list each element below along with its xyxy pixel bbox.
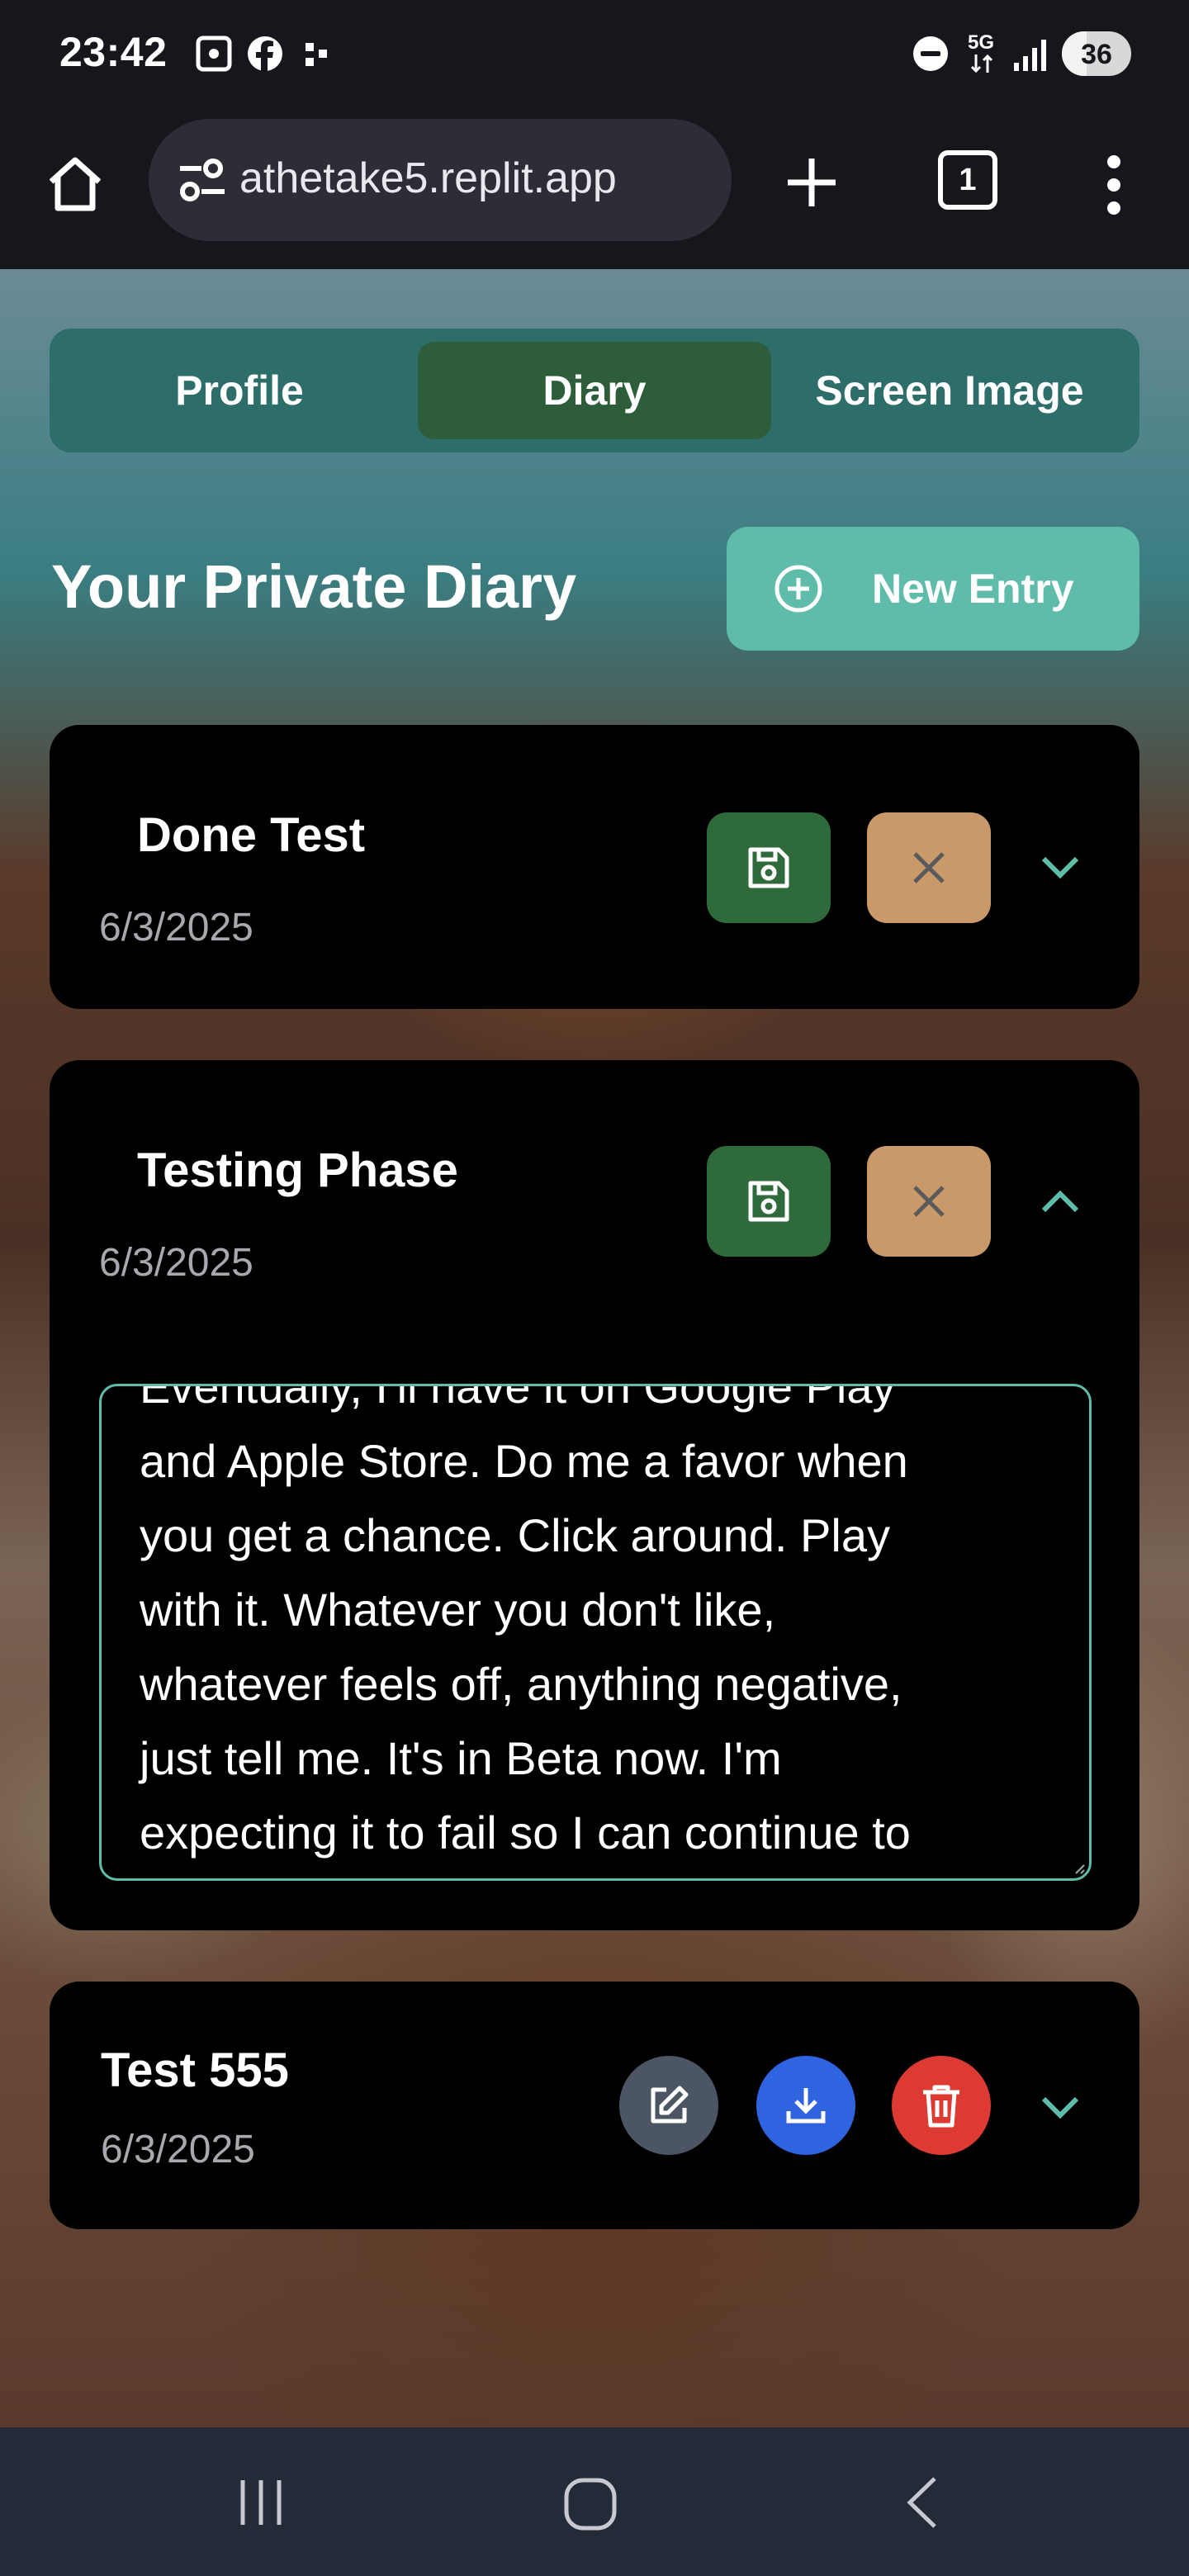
signal-icon: [1014, 40, 1046, 71]
browser-toolbar: athetake5.replit.app 1: [0, 109, 1189, 271]
status-time: 23:42: [59, 29, 168, 75]
close-icon: [913, 1186, 945, 1217]
entry-body-line: with it. Whatever you don't like,: [140, 1584, 776, 1636]
entry-body-line: Eventually, I'll have it on Google Play: [140, 1384, 896, 1413]
diary-entry-card: Testing Phase 6/3/2025 Eventually, I'll …: [50, 1060, 1139, 1930]
more-menu-icon[interactable]: [1101, 154, 1126, 216]
home-nav-icon[interactable]: [563, 2477, 618, 2531]
tab-bar: Profile Diary Screen Image: [50, 329, 1139, 452]
tab-switcher-icon[interactable]: 1: [938, 150, 997, 210]
system-nav-bar: [0, 2427, 1189, 2576]
screenshot-icon: [196, 36, 232, 72]
tab-profile[interactable]: Profile: [63, 342, 416, 439]
entry-title: Done Test: [137, 808, 366, 862]
entry-title: Testing Phase: [137, 1144, 458, 1197]
chevron-down-icon[interactable]: [1039, 2086, 1082, 2129]
entry-title: Test 555: [101, 2043, 289, 2097]
delete-button[interactable]: [892, 2056, 991, 2155]
entry-date: 6/3/2025: [99, 1241, 253, 1285]
cancel-button[interactable]: [867, 1146, 991, 1257]
entry-date: 6/3/2025: [101, 2128, 255, 2171]
battery-level: 36: [1081, 39, 1112, 70]
plus-circle-icon: [775, 565, 822, 613]
edit-icon: [651, 2086, 689, 2124]
battery-indicator: 36: [1062, 31, 1131, 76]
notification-icon: [306, 43, 327, 66]
entry-body-line: just tell me. It's in Beta now. I'm: [140, 1732, 782, 1784]
chevron-down-icon[interactable]: [1039, 845, 1082, 888]
tab-count: 1: [959, 162, 977, 197]
save-icon: [748, 847, 789, 888]
entry-body-line: and Apple Store. Do me a favor when: [140, 1435, 908, 1487]
network-type: 5G: [968, 31, 995, 54]
entry-body-line: expecting it to fail so I can continue t…: [140, 1807, 911, 1859]
download-icon: [786, 2088, 826, 2124]
entry-body-line: whatever feels off, anything negative,: [140, 1658, 902, 1710]
save-button[interactable]: [707, 1146, 831, 1257]
site-settings-icon[interactable]: [177, 157, 226, 203]
new-entry-button[interactable]: New Entry: [727, 527, 1139, 651]
tab-screen-image[interactable]: Screen Image: [773, 342, 1126, 439]
save-icon: [748, 1181, 789, 1222]
close-icon: [913, 852, 945, 883]
facebook-icon: [248, 36, 282, 71]
recent-apps-icon[interactable]: [236, 2477, 286, 2528]
diary-entry-card: Done Test 6/3/2025: [50, 725, 1139, 1009]
cancel-button[interactable]: [867, 812, 991, 923]
address-bar[interactable]: athetake5.replit.app: [149, 119, 732, 241]
entry-body-line: you get a chance. Click around. Play: [140, 1509, 890, 1561]
status-bar: 23:42 5G 36: [0, 0, 1189, 109]
download-button[interactable]: [756, 2056, 855, 2155]
tab-diary[interactable]: Diary: [418, 342, 771, 439]
home-icon[interactable]: [45, 154, 106, 215]
entry-date: 6/3/2025: [99, 906, 253, 949]
resize-handle-icon[interactable]: [1073, 1862, 1086, 1875]
url-text: athetake5.replit.app: [239, 154, 617, 202]
page-title: Your Private Diary: [51, 552, 577, 621]
edit-button[interactable]: [619, 2056, 718, 2155]
save-button[interactable]: [707, 812, 831, 923]
chevron-up-icon[interactable]: [1039, 1181, 1082, 1224]
new-tab-icon[interactable]: [784, 155, 839, 210]
back-icon[interactable]: [903, 2475, 940, 2530]
data-arrows-icon: [970, 54, 993, 73]
dnd-icon: [913, 36, 948, 71]
diary-entry-card: Test 555 6/3/2025: [50, 1982, 1139, 2229]
new-entry-label: New Entry: [872, 566, 1074, 612]
trash-icon: [923, 2085, 959, 2128]
entry-body-textarea[interactable]: Eventually, I'll have it on Google Play …: [99, 1384, 1092, 1881]
